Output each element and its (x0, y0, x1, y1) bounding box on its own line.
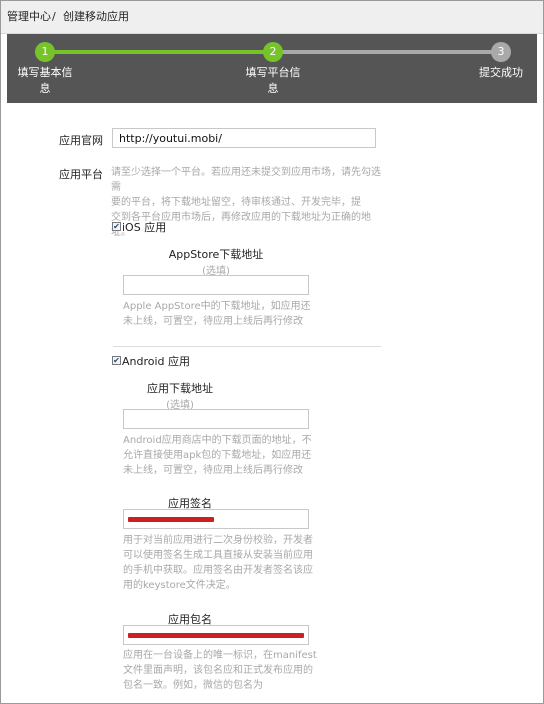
section-divider (113, 346, 381, 347)
website-label: 应用官网 (59, 134, 103, 147)
step-1-dot: 1 (35, 42, 55, 62)
create-app-panel: 管理中心 / 创建移动应用 1 填写基本信 息 2 填写平台信 息 3 提交成功… (0, 0, 544, 704)
android-download-title: 应用下载地址 (147, 382, 213, 395)
breadcrumb-separator: / (52, 10, 56, 23)
step-connector-done (45, 50, 273, 54)
breadcrumb: 管理中心 / 创建移动应用 (1, 1, 543, 34)
step-2-dot: 2 (263, 42, 283, 62)
breadcrumb-root-link[interactable]: 管理中心 (7, 1, 51, 33)
android-checkbox[interactable]: ✔ (112, 356, 121, 365)
step-1-label: 填写基本信 息 (17, 66, 73, 95)
android-checkbox-label[interactable]: Android 应用 (122, 353, 190, 369)
form-content: 应用官网 http://youtui.mobi/ 应用平台 请至少选择一个平台。… (29, 105, 515, 703)
signature-input[interactable] (123, 509, 309, 529)
step-connector-todo (273, 50, 501, 54)
appstore-url-title: AppStore下载地址 (168, 248, 264, 261)
redaction-bar (128, 633, 304, 638)
website-input[interactable]: http://youtui.mobi/ (112, 128, 376, 148)
platform-label: 应用平台 (59, 168, 103, 181)
android-download-help: Android应用商店中的下载页面的地址，不 允许直接使用apk包的下载地址，如… (123, 435, 312, 476)
ios-checkbox[interactable]: ✔ (112, 222, 121, 231)
step-3-dot: 3 (491, 42, 511, 62)
android-download-input[interactable] (123, 409, 309, 429)
breadcrumb-current: 创建移动应用 (63, 10, 129, 23)
ios-checkbox-label[interactable]: iOS 应用 (122, 219, 166, 235)
signature-help: 用于对当前应用进行二次身份校验，开发者 可以使用签名生成工具直接从安装当前应用 … (123, 535, 313, 591)
step-2-label: 填写平台信 息 (245, 66, 301, 95)
appstore-url-help: Apple AppStore中的下载地址，如应用还 未上线，可置空，待应用上线后… (123, 301, 311, 327)
step-3-label: 提交成功 (479, 66, 523, 79)
package-input[interactable] (123, 625, 309, 645)
redaction-bar (128, 517, 214, 522)
appstore-url-input[interactable] (123, 275, 309, 295)
package-help: 应用在一台设备上的唯一标识，在manifest 文件里面声明，该包名应和正式发布… (123, 650, 317, 691)
progress-stepper: 1 填写基本信 息 2 填写平台信 息 3 提交成功 (7, 34, 537, 103)
